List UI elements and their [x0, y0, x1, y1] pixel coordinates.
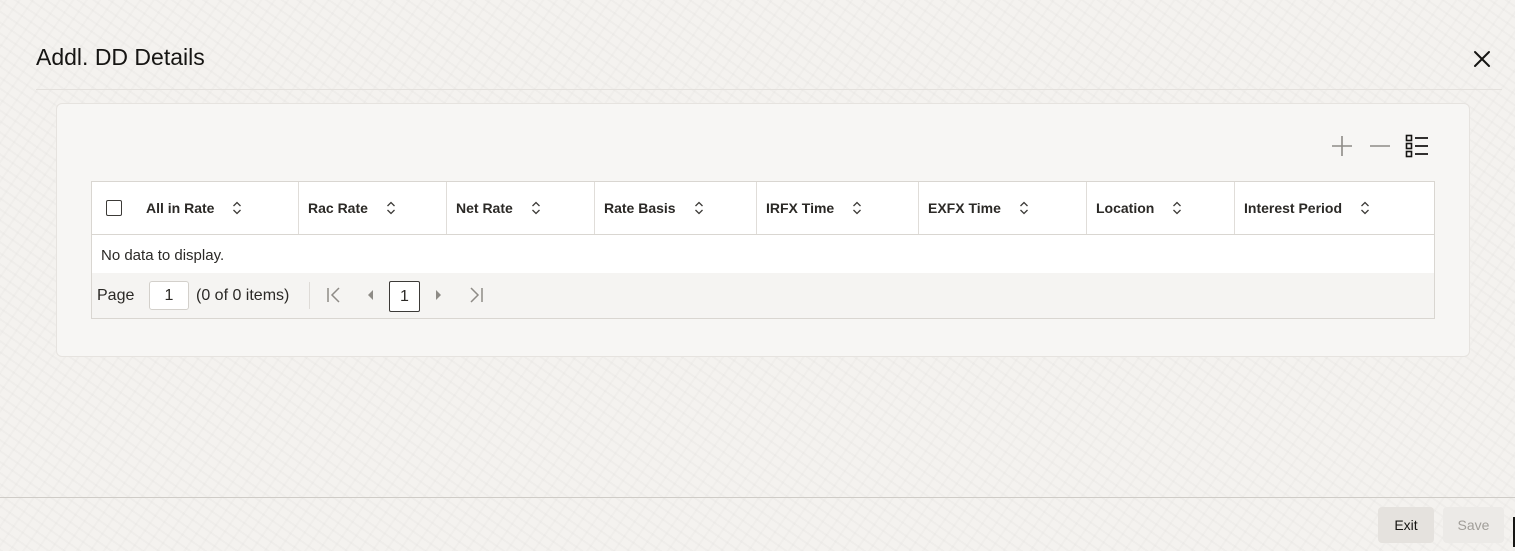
column-header-location[interactable]: Location: [1087, 182, 1235, 234]
current-page-button[interactable]: 1: [389, 281, 420, 312]
title-divider: [36, 89, 1502, 90]
sort-icon[interactable]: [386, 201, 396, 215]
save-button[interactable]: Save: [1443, 507, 1504, 543]
column-header-rate-basis[interactable]: Rate Basis: [595, 182, 757, 234]
column-label: Interest Period: [1244, 200, 1343, 216]
column-label: EXFX Time: [928, 200, 1001, 216]
column-label: All in Rate: [146, 200, 215, 216]
exit-button[interactable]: Exit: [1378, 507, 1434, 543]
sort-icon[interactable]: [1019, 201, 1029, 215]
column-label: Rate Basis: [604, 200, 676, 216]
column-header-rac-rate[interactable]: Rac Rate: [299, 182, 447, 234]
data-table: All in Rate Rac Rate Net Rate Rate Basis…: [91, 181, 1435, 319]
item-count: (0 of 0 items): [196, 287, 290, 304]
select-all-cell: [92, 182, 137, 234]
close-icon[interactable]: [1470, 47, 1494, 71]
sort-icon[interactable]: [694, 201, 704, 215]
column-header-net-rate[interactable]: Net Rate: [447, 182, 595, 234]
sort-icon[interactable]: [1172, 201, 1182, 215]
column-header-interest-period[interactable]: Interest Period: [1235, 182, 1434, 234]
dialog-title: Addl. DD Details: [36, 44, 205, 70]
empty-state-row: No data to display.: [92, 235, 1434, 273]
column-header-all-in-rate[interactable]: All in Rate: [137, 182, 299, 234]
sort-icon[interactable]: [531, 201, 541, 215]
empty-message: No data to display.: [101, 247, 225, 264]
sort-icon[interactable]: [232, 201, 242, 215]
column-label: Net Rate: [456, 200, 513, 216]
last-page-icon[interactable]: [466, 285, 486, 305]
plus-icon[interactable]: [1329, 133, 1355, 159]
pagination-bar: Page 1 (0 of 0 items) 1: [92, 273, 1434, 318]
page-number-input[interactable]: 1: [149, 281, 189, 310]
sort-icon[interactable]: [852, 201, 862, 215]
sort-icon[interactable]: [1360, 201, 1370, 215]
column-header-irfx-time[interactable]: IRFX Time: [757, 182, 919, 234]
column-header-exfx-time[interactable]: EXFX Time: [919, 182, 1087, 234]
column-label: IRFX Time: [766, 200, 835, 216]
minus-icon[interactable]: [1367, 133, 1393, 159]
footer-divider: [0, 497, 1515, 498]
select-all-checkbox[interactable]: [106, 200, 122, 216]
column-label: Location: [1096, 200, 1155, 216]
page-label: Page: [97, 287, 135, 304]
list-settings-icon[interactable]: [1404, 133, 1430, 159]
first-page-icon[interactable]: [324, 285, 344, 305]
column-label: Rac Rate: [308, 200, 368, 216]
table-header: All in Rate Rac Rate Net Rate Rate Basis…: [92, 182, 1434, 235]
next-page-icon[interactable]: [428, 285, 448, 305]
pager-separator: [309, 282, 310, 309]
previous-page-icon[interactable]: [361, 285, 381, 305]
